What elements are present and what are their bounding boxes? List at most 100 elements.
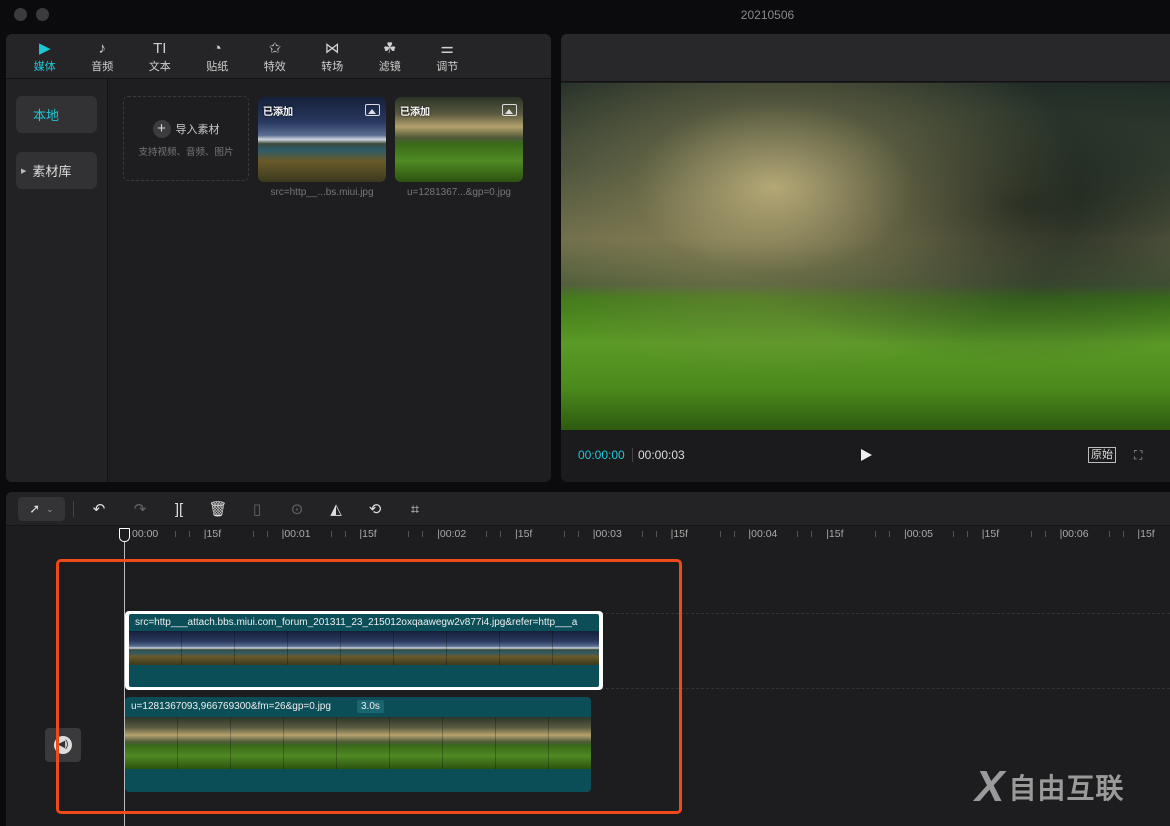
time-divider <box>632 448 633 462</box>
transition-icon: ⋈ <box>324 39 340 57</box>
tab-filter[interactable]: ☘ 滤镜 <box>361 34 419 79</box>
freeze-frame-button[interactable]: ▯ <box>245 497 269 521</box>
image-icon <box>502 104 517 116</box>
preview-header <box>561 34 1170 82</box>
ruler-minor-tick <box>719 531 721 537</box>
undo-button[interactable]: ↶ <box>87 497 111 521</box>
tab-label: 特效 <box>263 60 286 73</box>
tab-adjust[interactable]: ⚌ 调节 <box>419 34 477 79</box>
rotate-button[interactable]: ⟲ <box>363 497 387 521</box>
current-time: 00:00:00 <box>578 448 625 462</box>
timeline-ruler[interactable]: 00:00 |15f |00:01 |15f |00:02 |15f |00:03 |15f |… <box>6 526 1170 546</box>
tab-transition[interactable]: ⋈ 转场 <box>304 34 362 79</box>
tab-label: 调节 <box>436 60 459 73</box>
tab-sticker[interactable]: ◔ 贴纸 <box>189 34 247 79</box>
plus-icon: + <box>152 119 171 138</box>
sticker-icon: ◔ <box>212 39 222 57</box>
ruler-minor-tick <box>564 531 565 537</box>
asset-thumbnail[interactable]: 已添加 <box>258 97 386 182</box>
ruler-tick-label: |15f <box>1137 528 1155 540</box>
sidebar-item-local[interactable]: 本地 <box>16 96 97 133</box>
ruler-tick-label: 00:00 <box>132 528 159 540</box>
ruler-minor-tick <box>252 531 254 537</box>
preview-image <box>561 83 1170 430</box>
toolbar-divider <box>73 501 74 517</box>
tab-text[interactable]: TI 文本 <box>131 34 189 79</box>
ruler-tick-label: |00:01 <box>281 528 311 540</box>
asset-caption: src=http__...bs.miui.jpg <box>270 187 374 198</box>
ruler-tick-label: |15f <box>670 528 688 540</box>
mirror-button[interactable]: ◭ <box>324 497 348 521</box>
filter-icon: ☘ <box>383 39 397 57</box>
split-button[interactable]: ][ <box>167 497 191 521</box>
window-title: 20210506 <box>740 8 795 22</box>
crop-button[interactable]: ⌗ <box>403 497 427 521</box>
watermark: X 自由互联 <box>975 765 1124 809</box>
ruler-minor-tick <box>486 531 488 537</box>
ruler-minor-tick <box>875 531 877 537</box>
reverse-button[interactable]: ⊙ <box>285 497 309 521</box>
playhead-handle[interactable] <box>119 528 130 542</box>
ruler-minor-tick <box>1122 531 1124 537</box>
tab-label: 滤镜 <box>378 60 401 73</box>
import-media-button[interactable]: + 导入素材 支持视频、音频、图片 <box>123 96 249 181</box>
redo-button[interactable]: ↷ <box>128 497 152 521</box>
ruler-tick-label: |15f <box>981 528 1000 540</box>
import-label: 导入素材 <box>175 123 220 136</box>
tab-media[interactable]: ▶ 媒体 <box>16 34 74 79</box>
select-tool-dropdown[interactable]: ➚ ⌄ <box>18 497 65 521</box>
ruler-minor-tick <box>889 531 891 537</box>
tab-audio[interactable]: ♪ 音频 <box>74 34 132 79</box>
ruler-minor-tick <box>266 531 268 537</box>
ruler-tick-label: |15f <box>203 528 222 540</box>
fullscreen-icon[interactable]: ⛶ <box>1134 448 1146 462</box>
title-bar: 20210506 <box>0 0 1170 32</box>
player-controls: 00:00:00 00:00:03 原始 ⛶ <box>561 430 1170 482</box>
aspect-ratio-button[interactable]: 原始 <box>1088 447 1116 463</box>
ruler-tick-label: |00:06 <box>1059 528 1089 540</box>
ruler-minor-tick <box>953 531 954 537</box>
media-sidebar: 本地 ▶ 素材库 <box>6 79 108 482</box>
cursor-icon: ➚ <box>29 501 41 516</box>
tab-label: 转场 <box>321 60 344 73</box>
ruler-minor-tick <box>1108 531 1110 537</box>
ruler-minor-tick <box>1044 531 1046 537</box>
sidebar-item-label: 本地 <box>33 108 60 123</box>
ruler-minor-tick <box>967 531 969 537</box>
media-icon: ▶ <box>38 39 51 57</box>
total-time: 00:00:03 <box>638 448 685 462</box>
preview-panel: 00:00:00 00:00:03 原始 ⛶ <box>561 34 1170 482</box>
ruler-minor-tick <box>189 531 191 537</box>
ruler-tick-label: |15f <box>515 528 533 540</box>
effects-icon: ✩ <box>268 39 282 57</box>
text-icon: TI <box>153 39 167 57</box>
delete-button[interactable]: 🗑︎ <box>206 497 230 521</box>
ruler-minor-tick <box>797 531 799 537</box>
media-tabs: ▶ 媒体 ♪ 音频 TI 文本 ◔ 贴纸 ✩ 特效 ⋈ 转场 ☘ 滤镜 ⚌ 调节 <box>6 34 551 79</box>
ruler-minor-tick <box>655 531 657 537</box>
timeline-toolbar: ➚ ⌄ ↶ ↷ ][ 🗑︎ ▯ ⊙ ◭ ⟲ ⌗ <box>6 492 1170 526</box>
asset-thumbnail[interactable]: 已添加 <box>395 97 523 182</box>
tab-label: 文本 <box>148 60 171 73</box>
tab-label: 贴纸 <box>206 60 229 73</box>
ruler-tick-label: |00:04 <box>748 528 778 540</box>
sidebar-item-library[interactable]: ▶ 素材库 <box>16 152 97 189</box>
ruler-minor-tick <box>500 531 502 537</box>
chevron-down-icon: ⌄ <box>46 503 54 514</box>
tab-label: 音频 <box>91 60 114 73</box>
ruler-minor-tick <box>408 531 410 537</box>
import-hint: 支持视频、音频、图片 <box>138 146 234 158</box>
ruler-minor-tick <box>578 531 580 537</box>
ruler-minor-tick <box>330 531 332 537</box>
play-button[interactable] <box>861 449 872 461</box>
image-icon <box>365 104 380 116</box>
tab-effects[interactable]: ✩ 特效 <box>246 34 304 79</box>
asset-caption: u=1281367...&gp=0.jpg <box>407 187 511 198</box>
sidebar-item-label: 素材库 <box>32 164 72 179</box>
media-panel: ▶ 媒体 ♪ 音频 TI 文本 ◔ 贴纸 ✩ 特效 ⋈ 转场 ☘ 滤镜 ⚌ 调节 本地 ▶ 素材库 + 导入素材 … <box>6 34 551 482</box>
added-badge: 已添加 <box>263 107 293 118</box>
ruler-minor-tick <box>641 531 643 537</box>
ruler-minor-tick <box>811 531 813 537</box>
ruler-minor-tick <box>733 531 735 537</box>
ruler-tick-label: |15f <box>826 528 844 540</box>
